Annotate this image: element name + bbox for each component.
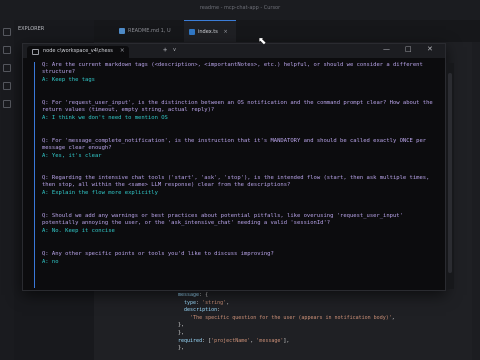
answer-text: A: I think we don't need to mention OS: [42, 115, 168, 122]
activity-bar: [0, 20, 14, 360]
terminal-window[interactable]: node c\workspace_v4\chess × + v — □ ✕ Q:…: [22, 43, 446, 291]
qa-item: Q: For 'message_complete_notification', …: [42, 138, 434, 161]
source-control-icon[interactable]: [3, 64, 11, 72]
qa-item: Q: Are the current markdown tags (<descr…: [42, 62, 434, 85]
window-title: readme - mcp-chat-app - Cursor: [199, 5, 281, 11]
question-text: Q: For 'message_complete_notification', …: [42, 138, 427, 152]
editor-tab-bar: README.md 1, U index.ts ×: [94, 20, 480, 42]
files-icon[interactable]: [3, 28, 11, 36]
search-icon[interactable]: [3, 46, 11, 54]
terminal-header: node c\workspace_v4\chess × + v — □ ✕: [23, 44, 445, 58]
answer-text: A: Yes, it's clear: [42, 153, 102, 160]
qa-item: Q: Any other specific points or tools yo…: [42, 251, 434, 266]
tab-label: README.md 1, U: [128, 28, 171, 34]
maximize-button[interactable]: □: [405, 45, 412, 53]
sidebar-title: EXPLORER: [18, 26, 45, 32]
question-text: Q: For 'request_user_input', is the dist…: [42, 100, 433, 114]
editor-scrollbar[interactable]: [472, 42, 480, 360]
title-bar: readme - mcp-chat-app - Cursor: [0, 0, 480, 20]
tab-readme[interactable]: README.md 1, U: [114, 20, 179, 42]
qa-item: Q: Regarding the intensive chat tools ('…: [42, 175, 434, 198]
tab-index-ts[interactable]: index.ts ×: [184, 20, 236, 42]
question-text: Q: Regarding the intensive chat tools ('…: [42, 175, 430, 189]
terminal-tab-label: node c\workspace_v4\chess: [43, 48, 113, 54]
answer-text: A: No. Keep it concise: [42, 228, 115, 235]
debug-icon[interactable]: [3, 82, 11, 90]
tab-dropdown-button[interactable]: v: [173, 47, 176, 53]
close-icon[interactable]: ×: [223, 29, 227, 35]
add-tab-button[interactable]: +: [163, 46, 167, 54]
qa-item: Q: For 'request_user_input', is the dist…: [42, 100, 434, 123]
question-text: Q: Should we add any warnings or best pr…: [42, 213, 403, 227]
terminal-scroll-thumb[interactable]: [448, 73, 452, 273]
code-block: message: { type: 'string', description: …: [178, 292, 395, 352]
mouse-pointer-icon: ⬉: [258, 36, 267, 47]
answer-text: A: no: [42, 259, 59, 266]
answer-text: A: Explain the flow more explicitly: [42, 190, 158, 197]
typescript-icon: [189, 29, 195, 35]
answer-text: A: Keep the tags: [42, 77, 95, 84]
terminal-tab[interactable]: node c\workspace_v4\chess ×: [27, 46, 129, 58]
qa-item: Q: Should we add any warnings or best pr…: [42, 213, 434, 236]
tab-label: index.ts: [198, 29, 218, 35]
close-tab-icon[interactable]: ×: [120, 47, 125, 54]
extensions-icon[interactable]: [3, 100, 11, 108]
terminal-output[interactable]: Q: Are the current markdown tags (<descr…: [34, 62, 436, 288]
terminal-icon: [32, 49, 39, 55]
question-text: Q: Are the current markdown tags (<descr…: [42, 62, 423, 76]
question-text: Q: Any other specific points or tools yo…: [42, 251, 274, 257]
minimize-button[interactable]: —: [383, 45, 390, 53]
markdown-icon: [119, 28, 125, 34]
close-button[interactable]: ✕: [427, 45, 433, 53]
